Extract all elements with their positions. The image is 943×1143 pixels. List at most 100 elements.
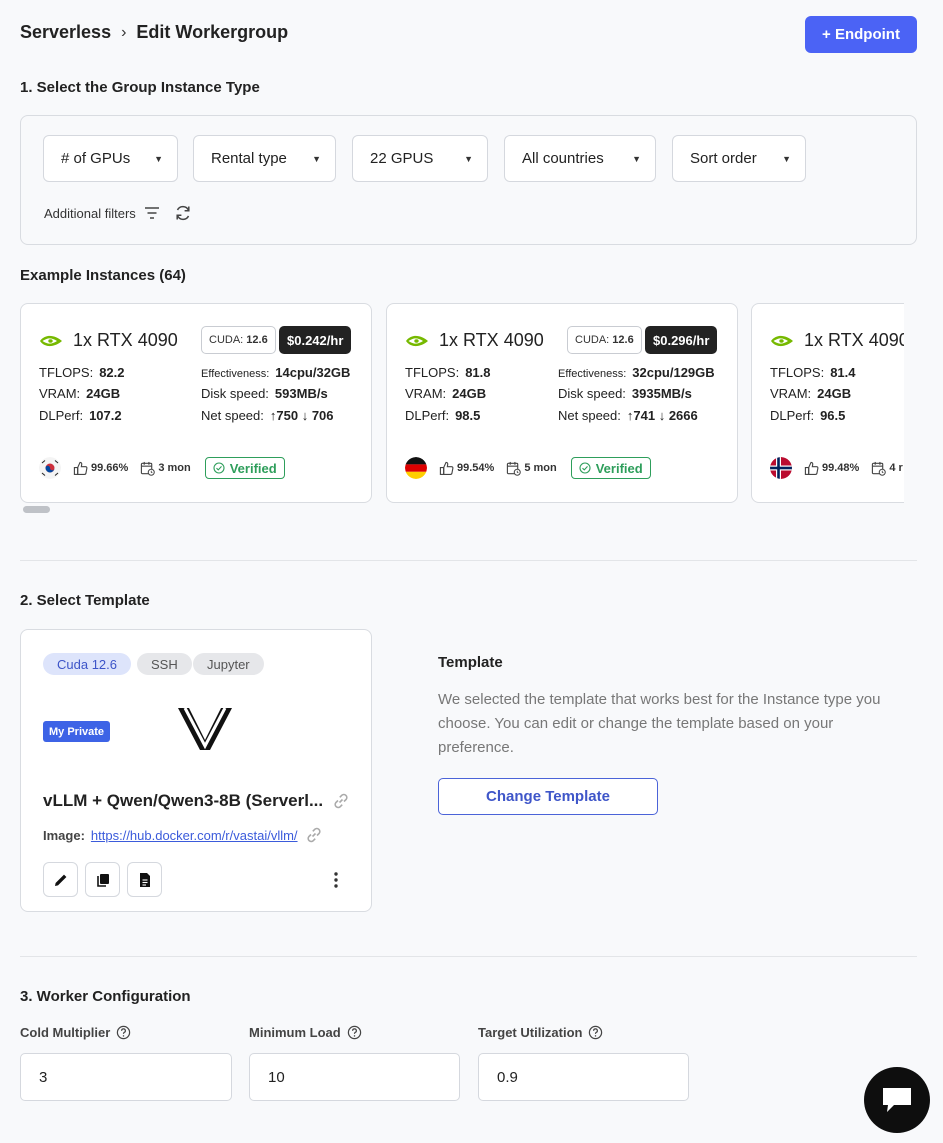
gpu-title: 1x RTX 4090 bbox=[39, 330, 178, 351]
arrow-down-icon: ↓ bbox=[658, 408, 666, 423]
caret-down-icon: ▼ bbox=[464, 153, 473, 164]
edit-template-button[interactable] bbox=[43, 862, 78, 897]
pencil-icon bbox=[54, 874, 66, 886]
tflops-spec: TFLOPS: 82.2 bbox=[39, 365, 125, 380]
chat-bubble-icon bbox=[883, 1088, 911, 1112]
image-url-link[interactable]: https://hub.docker.com/r/vastai/vllm/ bbox=[91, 828, 298, 843]
minimum-load-label: Minimum Load bbox=[249, 1025, 362, 1040]
tag-jupyter: Jupyter bbox=[193, 653, 264, 675]
caret-down-icon: ▼ bbox=[782, 153, 791, 164]
section-title-instance-type: 1. Select the Group Instance Type bbox=[20, 79, 260, 96]
card-footer: 99.66% 3 mon Verified bbox=[39, 457, 285, 479]
additional-filters-label: Additional filters bbox=[44, 205, 136, 221]
carousel-scrollbar[interactable] bbox=[23, 506, 50, 513]
vllm-logo bbox=[178, 707, 232, 750]
gpu-count-select[interactable]: # of GPUs ▼ bbox=[43, 135, 178, 182]
cold-multiplier-input[interactable] bbox=[20, 1053, 232, 1101]
document-icon bbox=[139, 872, 150, 887]
caret-down-icon: ▼ bbox=[632, 153, 641, 164]
template-image: Image: https://hub.docker.com/r/vastai/v… bbox=[43, 825, 324, 845]
refresh-icon[interactable] bbox=[174, 204, 192, 222]
dlperf-spec: DLPerf: 96.5 bbox=[770, 408, 846, 423]
caret-down-icon: ▼ bbox=[154, 153, 163, 164]
thumbs-up-icon bbox=[804, 461, 819, 475]
section-divider bbox=[20, 956, 917, 957]
flag-germany-icon bbox=[405, 457, 427, 479]
minimum-load-input[interactable] bbox=[249, 1053, 460, 1101]
caret-down-icon: ▼ bbox=[312, 153, 321, 164]
cuda-badge: CUDA: 12.6 bbox=[567, 326, 642, 354]
gpu-name: 1x RTX 4090 bbox=[804, 330, 904, 350]
rental-type-select[interactable]: Rental type ▼ bbox=[193, 135, 336, 182]
copy-icon bbox=[96, 873, 109, 887]
help-icon[interactable] bbox=[588, 1025, 603, 1040]
add-endpoint-button[interactable]: + Endpoint bbox=[805, 16, 917, 53]
help-icon[interactable] bbox=[347, 1025, 362, 1040]
additional-filters[interactable]: Additional filters bbox=[44, 204, 192, 222]
instance-card[interactable]: 1x RTX 4090 CUDA: 12.6 $0.296/hr TFLOPS:… bbox=[386, 303, 738, 503]
sort-order-select[interactable]: Sort order ▼ bbox=[672, 135, 806, 182]
effectiveness-spec: Effectiveness: 32cpu/129GB bbox=[558, 365, 715, 380]
image-label: Image: bbox=[43, 827, 85, 843]
gpu-model-select[interactable]: 22 GPUS ▼ bbox=[352, 135, 488, 182]
card-footer: 99.54% 5 mon Verified bbox=[405, 457, 651, 479]
vram-spec: VRAM: 24GB bbox=[39, 386, 121, 401]
target-utilization-input[interactable] bbox=[478, 1053, 689, 1101]
verified-badge: Verified bbox=[204, 457, 285, 479]
thumbs-up-icon bbox=[439, 461, 454, 475]
country-select[interactable]: All countries ▼ bbox=[504, 135, 656, 182]
instance-carousel[interactable]: 1x RTX 4090 CUDA: 12.6 $0.242/hr TFLOPS:… bbox=[20, 303, 904, 505]
filter-lines-icon[interactable] bbox=[144, 206, 160, 220]
gpu-title: 1x RTX 4090 bbox=[405, 330, 544, 351]
duration: 3 mon bbox=[140, 461, 191, 476]
more-options-icon[interactable] bbox=[331, 870, 341, 890]
nvidia-logo-icon bbox=[406, 335, 428, 346]
chat-button[interactable] bbox=[864, 1067, 930, 1133]
effectiveness-spec: Effectiveness: 14cpu/32GB bbox=[201, 365, 351, 380]
nvidia-logo-icon bbox=[771, 335, 793, 346]
net-speed-spec: Net speed: ↑741 ↓ 2666 bbox=[558, 408, 698, 423]
section-divider bbox=[20, 560, 917, 561]
select-label: 22 GPUS bbox=[370, 150, 434, 167]
page-title: Edit Workergroup bbox=[136, 22, 289, 42]
template-card[interactable]: Cuda 12.6 SSH Jupyter My Private vLLM + … bbox=[20, 629, 372, 912]
calendar-clock-icon bbox=[507, 461, 522, 476]
reliability: 99.66% bbox=[73, 461, 128, 476]
verified-badge: Verified bbox=[570, 457, 651, 479]
net-speed-spec: Net speed: ↑750 ↓ 706 bbox=[201, 408, 334, 423]
price-badge: $0.242/hr bbox=[279, 326, 352, 354]
copy-template-button[interactable] bbox=[85, 862, 120, 897]
calendar-clock-icon bbox=[872, 461, 887, 476]
filter-panel: # of GPUs ▼ Rental type ▼ 22 GPUS ▼ All … bbox=[20, 115, 917, 245]
section-title-worker-config: 3. Worker Configuration bbox=[20, 988, 191, 1005]
instance-card[interactable]: 1x RTX 4090 TFLOPS: 81.4 VRAM: 24GB DLPerf… bbox=[751, 303, 904, 503]
breadcrumb: Serverless › Edit Workergroup bbox=[20, 22, 288, 43]
breadcrumb-root[interactable]: Serverless bbox=[20, 22, 111, 43]
reliability: 99.48% bbox=[804, 461, 859, 476]
template-readme-button[interactable] bbox=[127, 862, 162, 897]
check-circle-icon bbox=[213, 462, 225, 474]
select-label: Sort order bbox=[690, 150, 757, 167]
select-label: Rental type bbox=[211, 150, 287, 167]
template-info-text: We selected the template that works best… bbox=[438, 691, 881, 756]
nvidia-logo-icon bbox=[40, 335, 62, 346]
tflops-spec: TFLOPS: 81.8 bbox=[405, 365, 491, 380]
change-template-button[interactable]: Change Template bbox=[438, 778, 658, 815]
dlperf-spec: DLPerf: 98.5 bbox=[405, 408, 481, 423]
help-icon[interactable] bbox=[116, 1025, 131, 1040]
examples-title: Example Instances (64) bbox=[20, 267, 186, 284]
thumbs-up-icon bbox=[73, 461, 88, 475]
disk-speed-spec: Disk speed: 593MB/s bbox=[201, 386, 328, 401]
template-name: vLLM + Qwen/Qwen3-8B (Serverl... bbox=[43, 791, 351, 811]
link-icon[interactable] bbox=[331, 791, 351, 811]
flag-norway-icon bbox=[770, 457, 792, 479]
duration: 5 mon bbox=[506, 461, 557, 476]
select-label: All countries bbox=[522, 150, 604, 167]
duration: 4 r bbox=[871, 461, 903, 476]
card-footer: 99.48% 4 r bbox=[770, 457, 903, 479]
instance-card[interactable]: 1x RTX 4090 CUDA: 12.6 $0.242/hr TFLOPS:… bbox=[20, 303, 372, 503]
tag-cuda: Cuda 12.6 bbox=[43, 653, 131, 675]
link-icon[interactable] bbox=[304, 825, 324, 845]
chevron-right-icon: › bbox=[121, 23, 127, 41]
vram-spec: VRAM: 24GB bbox=[770, 386, 852, 401]
